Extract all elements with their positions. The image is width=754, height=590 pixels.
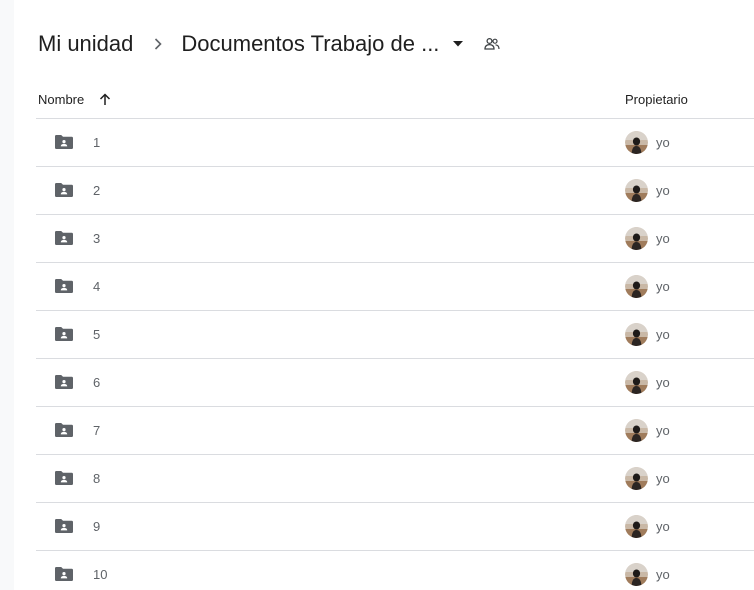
file-name: 10 (93, 567, 108, 582)
arrow-up-icon[interactable] (98, 92, 112, 106)
avatar (625, 323, 648, 346)
table-row[interactable]: 1 yo (36, 119, 754, 167)
avatar (625, 563, 648, 586)
caret-down-icon[interactable] (451, 37, 465, 51)
name-column-label: Nombre (38, 91, 85, 107)
table-row[interactable]: 3 yo (36, 215, 754, 263)
file-list-header: Nombre Propietario (36, 80, 754, 119)
people-icon[interactable] (483, 35, 501, 53)
table-row[interactable]: 7 yo (36, 407, 754, 455)
file-list: Nombre Propietario 1 yo 2 yo 3 yo 4 yo 5… (36, 80, 754, 590)
shared-folder-icon (54, 566, 74, 582)
owner-name: yo (656, 567, 670, 582)
file-name: 9 (93, 519, 101, 534)
table-row[interactable]: 2 yo (36, 167, 754, 215)
owner-name: yo (656, 279, 670, 294)
shared-folder-icon (54, 326, 74, 342)
avatar (625, 179, 648, 202)
file-name: 2 (93, 183, 101, 198)
file-name: 5 (93, 327, 101, 342)
breadcrumb-current-folder[interactable]: Documentos Trabajo de ... (179, 31, 441, 57)
shared-folder-icon (54, 470, 74, 486)
table-row[interactable]: 6 yo (36, 359, 754, 407)
name-column-header[interactable]: Nombre (38, 80, 112, 118)
shared-folder-icon (54, 230, 74, 246)
shared-folder-icon (54, 518, 74, 534)
file-name: 4 (93, 279, 101, 294)
table-row[interactable]: 4 yo (36, 263, 754, 311)
owner-name: yo (656, 471, 670, 486)
owner-name: yo (656, 135, 670, 150)
avatar (625, 371, 648, 394)
owner-name: yo (656, 183, 670, 198)
table-row[interactable]: 5 yo (36, 311, 754, 359)
file-name: 3 (93, 231, 101, 246)
table-row[interactable]: 9 yo (36, 503, 754, 551)
file-name: 1 (93, 135, 101, 150)
owner-name: yo (656, 375, 670, 390)
shared-folder-icon (54, 134, 74, 150)
main-content: Mi unidad Documentos Trabajo de ... Nomb… (14, 0, 754, 590)
shared-folder-icon (54, 374, 74, 390)
avatar (625, 467, 648, 490)
chevron-right-icon (153, 36, 163, 52)
breadcrumb: Mi unidad Documentos Trabajo de ... (36, 24, 501, 64)
file-name: 8 (93, 471, 101, 486)
avatar (625, 131, 648, 154)
left-panel-edge (0, 0, 14, 590)
avatar (625, 419, 648, 442)
table-row[interactable]: 8 yo (36, 455, 754, 503)
table-row[interactable]: 10 yo (36, 551, 754, 590)
owner-column-header[interactable]: Propietario (625, 80, 688, 118)
owner-name: yo (656, 231, 670, 246)
avatar (625, 275, 648, 298)
owner-name: yo (656, 423, 670, 438)
avatar (625, 515, 648, 538)
shared-folder-icon (54, 422, 74, 438)
shared-folder-icon (54, 278, 74, 294)
drive-page: Mi unidad Documentos Trabajo de ... Nomb… (0, 0, 754, 590)
owner-column-label: Propietario (625, 91, 688, 107)
owner-name: yo (656, 327, 670, 342)
breadcrumb-root[interactable]: Mi unidad (36, 31, 135, 57)
owner-name: yo (656, 519, 670, 534)
shared-folder-icon (54, 182, 74, 198)
avatar (625, 227, 648, 250)
file-name: 7 (93, 423, 101, 438)
file-name: 6 (93, 375, 101, 390)
file-rows: 1 yo 2 yo 3 yo 4 yo 5 yo 6 yo 7 yo 8 yo … (36, 119, 754, 590)
